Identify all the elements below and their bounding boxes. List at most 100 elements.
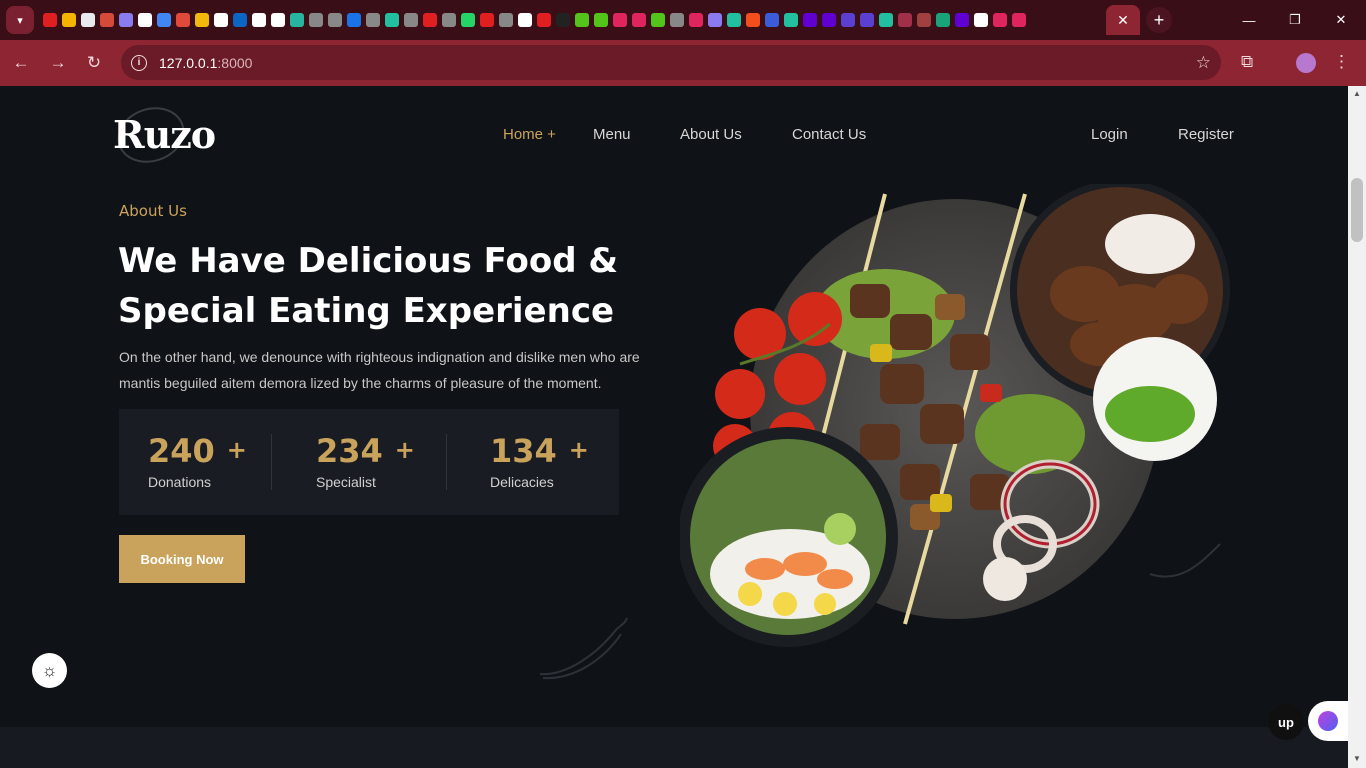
pinned-tab-favicon-icon[interactable] xyxy=(933,11,952,30)
stat-label: Delicacies xyxy=(490,474,554,490)
page-viewport: Ruzo Home + Menu About Us Contact Us Log… xyxy=(0,86,1348,768)
pinned-tab-favicon-icon[interactable] xyxy=(344,11,363,30)
pinned-tab-favicon-icon[interactable] xyxy=(420,11,439,30)
new-tab-button[interactable]: + xyxy=(1146,7,1172,33)
pinned-tab-favicon-icon[interactable] xyxy=(971,11,990,30)
pinned-tabs xyxy=(40,11,1028,30)
pinned-tab-favicon-icon[interactable] xyxy=(306,11,325,30)
pinned-tab-favicon-icon[interactable] xyxy=(268,11,287,30)
url-port: :8000 xyxy=(217,54,253,71)
url-text[interactable]: 127.0.0.1:8000 xyxy=(159,55,252,71)
pinned-tab-favicon-icon[interactable] xyxy=(382,11,401,30)
pinned-tab-favicon-icon[interactable] xyxy=(401,11,420,30)
close-window-icon[interactable]: ✕ xyxy=(1318,0,1364,40)
hero-title-line2: Special Eating Experience xyxy=(118,291,615,331)
pinned-tab-favicon-icon[interactable] xyxy=(363,11,382,30)
profile-avatar[interactable] xyxy=(1296,53,1316,73)
pinned-tab-favicon-icon[interactable] xyxy=(40,11,59,30)
pinned-tab-favicon-icon[interactable] xyxy=(686,11,705,30)
section-eyebrow: About Us xyxy=(119,202,187,220)
pinned-tab-favicon-icon[interactable] xyxy=(515,11,534,30)
hero-title-line1: We Have Delicious Food & xyxy=(118,241,619,281)
pinned-tab-favicon-icon[interactable] xyxy=(439,11,458,30)
pinned-tab-favicon-icon[interactable] xyxy=(287,11,306,30)
pinned-tab-favicon-icon[interactable] xyxy=(97,11,116,30)
reload-icon[interactable]: ↻ xyxy=(79,48,109,78)
stat-value: 234 + xyxy=(316,432,415,470)
food-platter-image xyxy=(680,184,1230,647)
nav-register[interactable]: Register xyxy=(1178,126,1234,143)
browser-menu-icon[interactable]: ⋮ xyxy=(1333,52,1350,72)
pinned-tab-favicon-icon[interactable] xyxy=(800,11,819,30)
restore-icon[interactable]: ❐ xyxy=(1272,0,1318,40)
pinned-tab-favicon-icon[interactable] xyxy=(591,11,610,30)
pinned-tab-favicon-icon[interactable] xyxy=(629,11,648,30)
pinned-tab-favicon-icon[interactable] xyxy=(59,11,78,30)
browser-tabstrip: ▾ ✕ + — ❐ ✕ xyxy=(0,0,1366,40)
pinned-tab-favicon-icon[interactable] xyxy=(458,11,477,30)
pinned-tab-favicon-icon[interactable] xyxy=(553,11,572,30)
scroll-up-icon[interactable]: ▲ xyxy=(1353,89,1361,98)
pinned-tab-favicon-icon[interactable] xyxy=(534,11,553,30)
pinned-tab-favicon-icon[interactable] xyxy=(1009,11,1028,30)
pinned-tab-favicon-icon[interactable] xyxy=(781,11,800,30)
address-bar[interactable]: i 127.0.0.1:8000 ☆ xyxy=(121,45,1221,80)
nav-menu[interactable]: Menu xyxy=(593,126,631,143)
url-host: 127.0.0.1 xyxy=(159,54,218,71)
site-logo[interactable]: Ruzo xyxy=(113,112,216,157)
pinned-tab-favicon-icon[interactable] xyxy=(819,11,838,30)
pinned-tab-favicon-icon[interactable] xyxy=(895,11,914,30)
pinned-tab-favicon-icon[interactable] xyxy=(762,11,781,30)
pinned-tab-favicon-icon[interactable] xyxy=(857,11,876,30)
hero-title: We Have Delicious Food & Special Eating … xyxy=(118,236,638,336)
booking-now-button[interactable]: Booking Now xyxy=(119,535,245,583)
star-icon[interactable]: ☆ xyxy=(1196,53,1211,73)
active-tab-close-button[interactable]: ✕ xyxy=(1106,5,1140,35)
pinned-tab-favicon-icon[interactable] xyxy=(724,11,743,30)
pinned-tab-favicon-icon[interactable] xyxy=(325,11,344,30)
pinned-tab-favicon-icon[interactable] xyxy=(230,11,249,30)
pinned-tab-favicon-icon[interactable] xyxy=(667,11,686,30)
page-scrollbar[interactable]: ▲ ▼ xyxy=(1348,86,1366,768)
stat-label: Specialist xyxy=(316,474,376,490)
nav-login[interactable]: Login xyxy=(1091,126,1128,143)
browser-toolbar: ← → ↻ i 127.0.0.1:8000 ☆ xyxy=(0,40,1366,86)
pinned-tab-favicon-icon[interactable] xyxy=(78,11,97,30)
pinned-tab-favicon-icon[interactable] xyxy=(249,11,268,30)
stat-divider xyxy=(446,434,447,490)
pinned-tab-favicon-icon[interactable] xyxy=(990,11,1009,30)
tab-search-chevron-icon[interactable]: ▾ xyxy=(6,6,34,34)
scroll-down-icon[interactable]: ▼ xyxy=(1353,754,1361,763)
pinned-tab-favicon-icon[interactable] xyxy=(572,11,591,30)
pinned-tab-favicon-icon[interactable] xyxy=(952,11,971,30)
pinned-tab-favicon-icon[interactable] xyxy=(496,11,515,30)
pinned-tab-favicon-icon[interactable] xyxy=(610,11,629,30)
minimize-icon[interactable]: — xyxy=(1226,0,1272,40)
pinned-tab-favicon-icon[interactable] xyxy=(838,11,857,30)
arrow-left-icon[interactable]: ← xyxy=(6,48,36,78)
pinned-tab-favicon-icon[interactable] xyxy=(914,11,933,30)
sun-icon[interactable]: ☼ xyxy=(32,653,67,688)
pinned-tab-favicon-icon[interactable] xyxy=(116,11,135,30)
brain-widget-icon[interactable] xyxy=(1308,701,1348,741)
pinned-tab-favicon-icon[interactable] xyxy=(876,11,895,30)
scroll-thumb[interactable] xyxy=(1351,178,1363,242)
pinned-tab-favicon-icon[interactable] xyxy=(648,11,667,30)
pinned-tab-favicon-icon[interactable] xyxy=(154,11,173,30)
site-info-icon[interactable]: i xyxy=(131,54,147,71)
pinned-tab-favicon-icon[interactable] xyxy=(743,11,762,30)
pinned-tab-favicon-icon[interactable] xyxy=(477,11,496,30)
arrow-right-icon[interactable]: → xyxy=(43,48,73,78)
nav-contact[interactable]: Contact Us xyxy=(792,126,866,143)
pinned-tab-favicon-icon[interactable] xyxy=(211,11,230,30)
stat-value: 240 + xyxy=(148,432,247,470)
stats-panel: 240 + Donations 234 + Specialist 134 + Deli… xyxy=(119,409,619,515)
upwork-widget-button[interactable]: up xyxy=(1268,704,1304,740)
nav-about[interactable]: About Us xyxy=(680,126,742,143)
nav-home[interactable]: Home + xyxy=(503,126,556,143)
pinned-tab-favicon-icon[interactable] xyxy=(705,11,724,30)
pinned-tab-favicon-icon[interactable] xyxy=(173,11,192,30)
pinned-tab-favicon-icon[interactable] xyxy=(135,11,154,30)
extensions-puzzle-icon[interactable]: ⧉ xyxy=(1241,52,1253,72)
pinned-tab-favicon-icon[interactable] xyxy=(192,11,211,30)
